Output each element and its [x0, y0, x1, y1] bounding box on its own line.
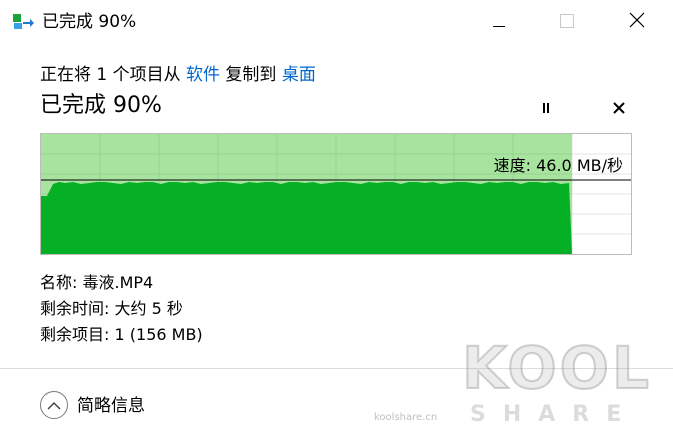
pause-button[interactable]: [534, 96, 558, 120]
source-folder-link[interactable]: 软件: [186, 65, 220, 85]
minimize-icon: [493, 13, 505, 32]
close-icon: [629, 12, 645, 32]
fewer-details-button[interactable]: [40, 391, 68, 419]
speed-graph-canvas: [41, 134, 631, 254]
minimize-button[interactable]: [476, 0, 522, 44]
pause-icon: [540, 99, 552, 118]
time-remaining-row: 剩余时间: 大约 5 秒: [40, 298, 183, 320]
speed-label: 速度: 46.0 MB/秒: [493, 156, 623, 175]
fewer-details-label[interactable]: 简略信息: [77, 395, 145, 417]
close-window-button[interactable]: [614, 0, 660, 44]
transfer-middle: 复制到: [220, 65, 282, 85]
copy-files-icon: [13, 13, 35, 31]
items-remaining-row: 剩余项目: 1 (156 MB): [40, 324, 203, 346]
speed-area: [41, 182, 572, 254]
transfer-speed-graph: 速度: 46.0 MB/秒: [40, 133, 632, 255]
destination-folder-link[interactable]: 桌面: [282, 65, 316, 85]
time-remaining-label: 剩余时间:: [40, 299, 110, 318]
file-name-label: 名称:: [40, 273, 78, 292]
cancel-button[interactable]: [607, 96, 631, 120]
time-remaining-value: 大约 5 秒: [114, 299, 183, 318]
file-name-row: 名称: 毒液.MP4: [40, 272, 153, 294]
maximize-icon: [560, 13, 574, 32]
title-bar: 已完成 90%: [0, 0, 673, 44]
file-name-value: 毒液.MP4: [82, 273, 154, 292]
transfer-prefix: 正在将 1 个项目从: [40, 65, 187, 85]
items-remaining-value: 1 (156 MB): [114, 325, 203, 344]
progress-heading: 已完成 90%: [40, 93, 162, 118]
transfer-description: 正在将 1 个项目从 软件 复制到 桌面: [40, 64, 316, 86]
footer: 简略信息: [0, 368, 673, 439]
cancel-icon: [613, 99, 625, 118]
chevron-up-icon: [47, 396, 61, 415]
items-remaining-label: 剩余项目:: [40, 325, 110, 344]
window-title: 已完成 90%: [42, 12, 137, 32]
maximize-button[interactable]: [544, 0, 590, 44]
